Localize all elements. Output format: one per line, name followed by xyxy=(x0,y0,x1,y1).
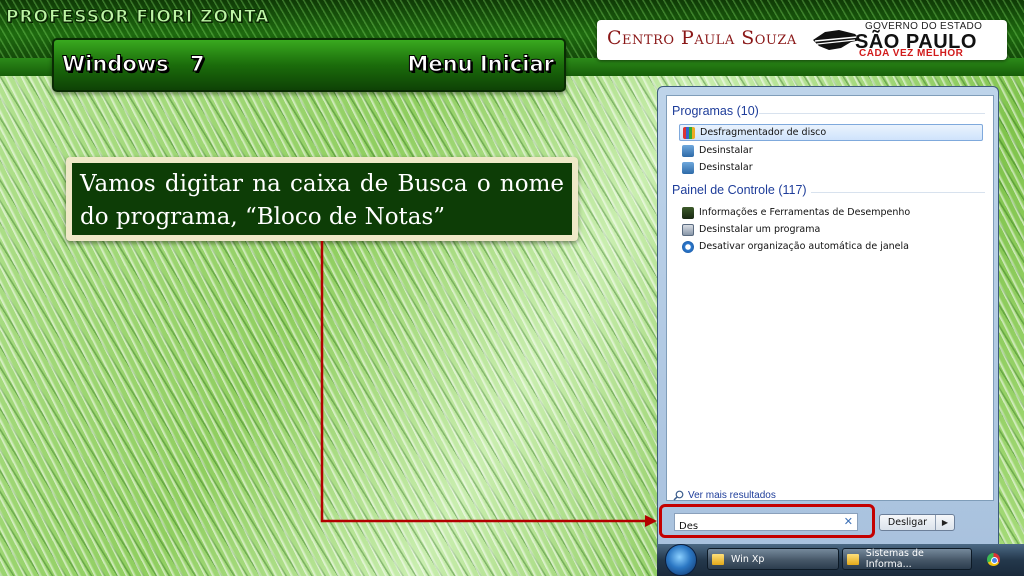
ease-of-access-icon xyxy=(682,240,694,253)
programs-icon xyxy=(682,223,694,236)
start-orb-icon[interactable] xyxy=(665,544,697,576)
result-label: Desinstalar xyxy=(699,162,753,173)
result-label: Desativar organização automática de jane… xyxy=(699,241,909,252)
control-panel-header[interactable]: Painel de Controle (117) xyxy=(672,183,807,197)
see-more-results-link[interactable]: Ver mais resultados xyxy=(673,490,776,501)
start-menu: Programas (10) Desfragmentador de disco … xyxy=(657,86,999,546)
result-label: Desinstalar um programa xyxy=(699,224,821,235)
result-uninstall-program[interactable]: Desinstalar um programa xyxy=(679,221,983,238)
result-label: Informações e Ferramentas de Desempenho xyxy=(699,207,911,218)
search-box-highlight xyxy=(659,504,875,538)
programs-header[interactable]: Programas (10) xyxy=(672,104,759,118)
performance-icon xyxy=(682,206,694,219)
defrag-icon xyxy=(683,126,695,139)
programs-divider xyxy=(759,113,985,114)
result-desinstalar-1[interactable]: Desinstalar xyxy=(679,142,983,159)
search-icon xyxy=(673,490,684,501)
control-panel-divider xyxy=(811,192,985,193)
result-defrag[interactable]: Desfragmentador de disco xyxy=(679,124,983,141)
taskbar: Win Xp Sistemas de Informa... xyxy=(657,544,1024,576)
taskbar-item-win-xp[interactable]: Win Xp xyxy=(707,548,839,570)
see-more-label: Ver mais resultados xyxy=(688,490,776,501)
result-desinstalar-2[interactable]: Desinstalar xyxy=(679,159,983,176)
result-window-arrange[interactable]: Desativar organização automática de jane… xyxy=(679,238,983,255)
uninstall-icon xyxy=(682,161,694,174)
shutdown-options-arrow-icon[interactable]: ▶ xyxy=(936,515,954,530)
folder-icon xyxy=(712,553,724,565)
shutdown-button-group: Desligar ▶ xyxy=(879,514,955,531)
taskbar-item-label: Sistemas de Informa... xyxy=(865,548,924,570)
search-results-pane: Programas (10) Desfragmentador de disco … xyxy=(666,95,994,501)
result-label: Desinstalar xyxy=(699,145,753,156)
uninstall-icon xyxy=(682,144,694,157)
result-label: Desfragmentador de disco xyxy=(700,127,827,138)
result-performance[interactable]: Informações e Ferramentas de Desempenho xyxy=(679,204,983,221)
taskbar-item-sistemas[interactable]: Sistemas de Informa... xyxy=(842,548,972,570)
shutdown-button[interactable]: Desligar xyxy=(880,515,936,530)
chrome-icon[interactable] xyxy=(987,553,1000,566)
folder-icon xyxy=(847,553,859,565)
taskbar-item-label: Win Xp xyxy=(731,553,765,565)
